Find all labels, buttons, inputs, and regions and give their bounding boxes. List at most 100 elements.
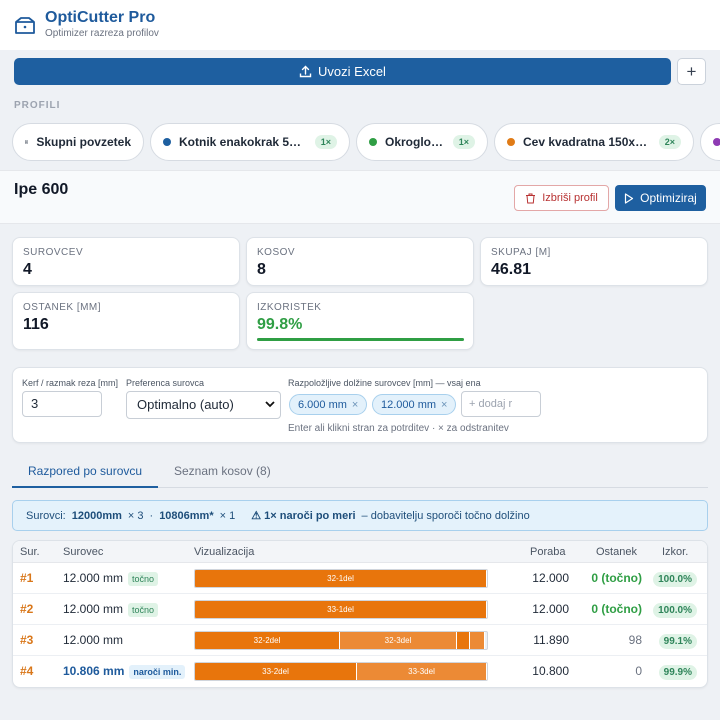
row-length: 12.000 mm točno xyxy=(63,563,159,594)
summary-separator: · xyxy=(149,509,154,522)
stat-label: SUROVCEV xyxy=(23,247,84,258)
row-poraba: 12.000 xyxy=(532,602,569,616)
table-row[interactable]: #1 12.000 mm točno 32-1del 12.000 0 (točn… xyxy=(13,563,707,594)
toolbox-icon xyxy=(15,17,35,34)
row-izkor: 99.1% xyxy=(658,625,697,656)
row-length: 10.806 mm naroči min. xyxy=(63,656,186,687)
optimize-button[interactable]: Optimiziraj xyxy=(615,185,706,211)
row-poraba: 10.800 xyxy=(532,664,569,678)
length-chip[interactable]: 12.000 mm × xyxy=(372,394,457,415)
import-label: Uvozi Excel xyxy=(318,64,386,79)
color-dot xyxy=(713,138,720,146)
profiles-section-label: PROFILI xyxy=(14,100,61,111)
table-row[interactable]: #3 12.000 mm 32-2del 32-3del 11.890 98 99… xyxy=(13,625,707,656)
summary-qty: × 3 xyxy=(127,509,144,522)
row-izkor: 100.0% xyxy=(653,563,697,594)
profile-header-bar xyxy=(0,170,720,224)
profile-title: Ipe 600 xyxy=(14,181,69,198)
chip-summary[interactable]: Skupni povzetek xyxy=(12,123,144,161)
tab-pieces-list[interactable]: Seznam kosov (8) xyxy=(158,460,287,488)
custom-order-warning: ⚠ 1× naroči po meri xyxy=(251,510,356,522)
cut-segment xyxy=(457,632,470,649)
row-izkor: 100.0% xyxy=(653,594,697,625)
tab-by-stock[interactable]: Razpored po surovcu xyxy=(12,460,159,488)
utilization-bar xyxy=(257,338,464,341)
color-dot xyxy=(369,138,377,146)
cut-segment: 33-2del xyxy=(195,663,357,680)
col-poraba: Poraba xyxy=(530,546,566,558)
row-ostanek: 98 xyxy=(628,633,642,647)
util-badge: 100.0% xyxy=(653,603,697,618)
cut-segment: 32-2del xyxy=(195,632,340,649)
chip-profile-3[interactable]: Cev kvadratna 150x1... 2× xyxy=(494,123,694,161)
row-length: 12.000 mm xyxy=(63,625,123,656)
length-text: 12.000 mm xyxy=(63,602,124,616)
cut-visualization: 33-2del 33-3del xyxy=(194,662,488,681)
chip-label: Skupni povzetek xyxy=(36,135,131,149)
chip-profile-4[interactable] xyxy=(700,123,720,161)
remove-icon[interactable]: × xyxy=(352,399,358,411)
stat-value: 4 xyxy=(23,261,32,278)
stat-label: SKUPAJ [M] xyxy=(491,247,551,258)
count-badge: 2× xyxy=(658,135,681,149)
stat-label: KOSOV xyxy=(257,247,296,258)
chip-label: Cev kvadratna 150x1... xyxy=(523,135,651,149)
color-dot xyxy=(507,138,515,146)
stock-summary-banner: Surovci: 12000mm × 3 · 10806mm* × 1 ⚠ 1×… xyxy=(12,500,708,531)
cut-segment: 32-1del xyxy=(195,570,487,587)
play-icon xyxy=(625,192,634,204)
row-ostanek: 0 (točno) xyxy=(591,571,642,585)
length-text: 10.806 mm xyxy=(63,664,125,678)
pref-label: Preferenca surovca xyxy=(126,378,205,388)
row-poraba: 12.000 xyxy=(532,571,569,585)
row-ostanek: 0 (točno) xyxy=(591,602,642,616)
summary-length: 10806mm* xyxy=(159,509,214,522)
utilization-bar-fill xyxy=(257,338,464,341)
stock-table: Sur. Surovec Vizualizacija Poraba Ostane… xyxy=(12,540,708,688)
stat-label: OSTANEK [MM] xyxy=(23,302,102,313)
import-excel-button[interactable]: Uvozi Excel xyxy=(14,58,671,85)
length-value: 6.000 mm xyxy=(298,398,347,411)
count-badge: 1× xyxy=(452,135,475,149)
stat-card-skupaj: SKUPAJ [M] 46.81 xyxy=(480,237,708,286)
util-badge: 100.0% xyxy=(653,572,697,587)
util-badge: 99.1% xyxy=(658,634,697,649)
table-row[interactable]: #4 10.806 mm naroči min. 33-2del 33-3del 1… xyxy=(13,656,707,687)
app-title: OptiCutter Pro xyxy=(45,9,156,26)
delete-profile-button[interactable]: Izbriši profil xyxy=(514,185,609,211)
exact-badge: točno xyxy=(128,603,159,617)
add-length-input[interactable]: + dodaj r xyxy=(461,391,541,417)
add-button[interactable]: + xyxy=(677,58,706,85)
stat-card-kosov: KOSOV 8 xyxy=(246,237,474,286)
col-surovec: Surovec xyxy=(63,546,104,558)
kerf-label: Kerf / razmak reza [mm] xyxy=(22,378,119,388)
pref-select[interactable]: Optimalno (auto) xyxy=(126,391,281,419)
summary-qty: × 1 xyxy=(219,509,236,522)
col-izkor: Izkor. xyxy=(662,546,689,558)
stat-value: 99.8% xyxy=(257,316,303,333)
chip-profile-1[interactable]: Kotnik enakokrak 50x... 1× xyxy=(150,123,350,161)
cut-visualization: 32-1del xyxy=(194,569,488,588)
optimize-label: Optimiziraj xyxy=(640,191,697,205)
table-row[interactable]: #2 12.000 mm točno 33-1del 12.000 0 (točn… xyxy=(13,594,707,625)
cut-segment: 32-3del xyxy=(340,632,457,649)
chevron-down-icon xyxy=(265,401,275,408)
upload-icon xyxy=(299,65,312,78)
stat-card-izkoristek: IZKORISTEK 99.8% xyxy=(246,292,474,350)
cut-visualization: 33-1del xyxy=(194,600,488,619)
util-badge: 99.9% xyxy=(658,665,697,680)
exact-badge: točno xyxy=(128,572,159,586)
summary-prefix: Surovci: xyxy=(26,509,66,522)
length-chip[interactable]: 6.000 mm × xyxy=(289,394,368,415)
row-length: 12.000 mm točno xyxy=(63,594,159,625)
summary-length: 12000mm xyxy=(71,509,122,522)
lengths-label: Razpoložljive dolžine surovcev [mm] — vs… xyxy=(288,378,481,388)
row-izkor: 99.9% xyxy=(658,656,697,687)
chip-profile-2[interactable]: Okroglo 75 1× xyxy=(356,123,488,161)
stat-label: IZKORISTEK xyxy=(257,302,322,313)
kerf-input[interactable]: 3 xyxy=(22,391,102,417)
remove-icon[interactable]: × xyxy=(441,399,447,411)
row-index: #1 xyxy=(20,571,34,585)
row-index: #2 xyxy=(20,602,34,616)
cut-segment: 33-3del xyxy=(357,663,487,680)
